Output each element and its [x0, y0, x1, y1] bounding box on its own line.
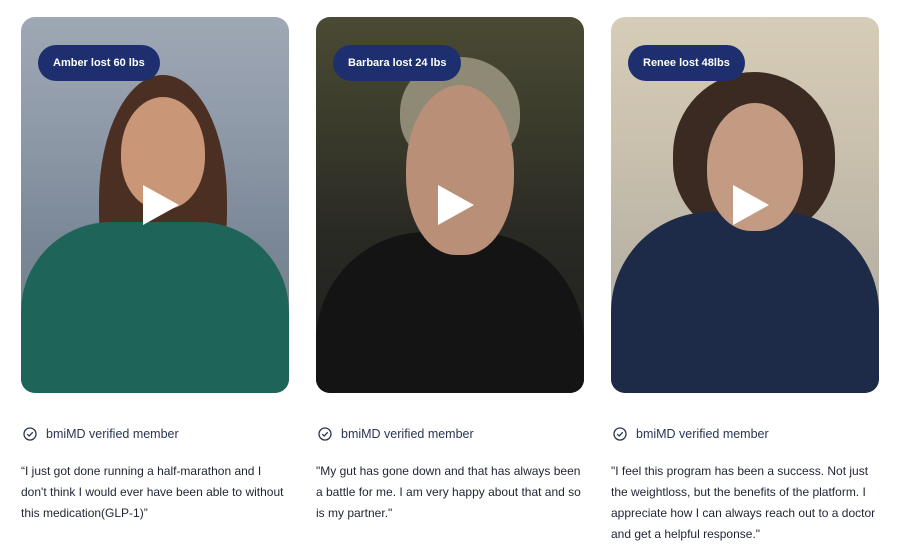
check-circle-icon	[23, 427, 37, 441]
name-badge: Barbara lost 24 lbs	[333, 45, 462, 81]
testimonial-video[interactable]: Barbara lost 24 lbs	[316, 17, 584, 393]
testimonial-video[interactable]: Renee lost 48lbs	[611, 17, 879, 393]
testimonial-video[interactable]: Amber lost 60 lbs	[21, 17, 289, 393]
play-icon[interactable]	[733, 185, 769, 225]
testimonial-card: Amber lost 60 lbs bmiMD verified member …	[21, 17, 289, 524]
name-badge: Amber lost 60 lbs	[38, 45, 160, 81]
verified-member: bmiMD verified member	[613, 427, 879, 441]
check-circle-icon	[613, 427, 627, 441]
testimonial-quote: "My gut has gone down and that has alway…	[316, 464, 581, 520]
name-badge: Renee lost 48lbs	[628, 45, 745, 81]
testimonial-card: Barbara lost 24 lbs bmiMD verified membe…	[316, 17, 584, 524]
verified-member: bmiMD verified member	[23, 427, 289, 441]
verified-label: bmiMD verified member	[636, 427, 769, 441]
verified-member: bmiMD verified member	[318, 427, 584, 441]
play-icon[interactable]	[143, 185, 179, 225]
verified-label: bmiMD verified member	[341, 427, 474, 441]
testimonial-card: Renee lost 48lbs bmiMD verified member "…	[611, 17, 879, 545]
verified-label: bmiMD verified member	[46, 427, 179, 441]
play-icon[interactable]	[438, 185, 474, 225]
testimonial-quote: “I just got done running a half-marathon…	[21, 464, 284, 520]
testimonial-quote: "I feel this program has been a success.…	[611, 464, 876, 541]
check-circle-icon	[318, 427, 332, 441]
